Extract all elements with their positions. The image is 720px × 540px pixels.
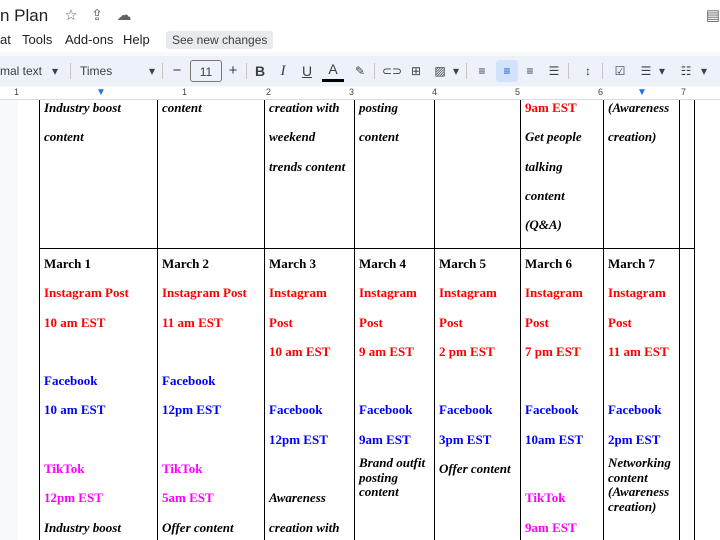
document-page[interactable]: Industry boost content content creation w… xyxy=(18,100,720,540)
star-icon[interactable]: ☆ xyxy=(62,7,80,25)
table-cell[interactable]: March 2 Instagram Post 11 am EST Faceboo… xyxy=(157,248,265,540)
table-row: March 1 Instagram Post 10 am EST Faceboo… xyxy=(39,248,695,540)
chevron-down-icon[interactable]: ▾ xyxy=(146,60,158,82)
ruler-number: 7 xyxy=(681,87,687,97)
toolbar-divider xyxy=(602,63,603,79)
title-bar: n Plan ☆ ⇪ ☁ ▤ xyxy=(0,0,720,32)
menu-tools[interactable]: Tools xyxy=(22,32,52,47)
ruler-number: 3 xyxy=(349,87,355,97)
add-comment-icon[interactable]: ⊞ xyxy=(406,60,426,82)
font-family-select[interactable]: Times New... xyxy=(80,60,142,100)
ruler-number: 1 xyxy=(14,87,20,97)
justify-icon[interactable]: ☰ xyxy=(544,60,564,82)
document-title[interactable]: n Plan xyxy=(0,6,48,26)
table-cell[interactable]: March 7 Instagram Post 11 am EST Faceboo… xyxy=(603,248,680,540)
table-cell[interactable] xyxy=(679,100,695,249)
table-cell[interactable]: March 4 Instagram Post 9 am EST Facebook… xyxy=(354,248,435,540)
bold-button[interactable]: B xyxy=(250,60,270,82)
table-cell[interactable]: content xyxy=(157,100,265,249)
table-cell[interactable] xyxy=(679,248,695,540)
ruler-number: 1 xyxy=(182,87,188,97)
table-cell[interactable]: posting content xyxy=(354,100,435,249)
table-cell[interactable]: March 3 Instagram Post 10 am EST Faceboo… xyxy=(264,248,355,540)
toolbar-divider xyxy=(162,63,163,79)
menu-bar: at Tools Add-ons Help See new changes xyxy=(0,30,720,52)
menu-format[interactable]: at xyxy=(0,32,11,47)
toolbar-divider xyxy=(466,63,467,79)
ruler-number: 6 xyxy=(598,87,604,97)
chevron-down-icon[interactable]: ▾ xyxy=(656,60,668,82)
cloud-status-icon[interactable]: ☁ xyxy=(115,7,133,25)
ruler[interactable]: 1 ▼ 1 2 3 4 5 6 7 ▼ xyxy=(0,87,720,100)
menu-help[interactable]: Help xyxy=(123,32,150,47)
toolbar-divider xyxy=(70,63,71,79)
indent-marker-icon[interactable]: ▼ xyxy=(96,87,106,98)
menu-addons[interactable]: Add-ons xyxy=(65,32,113,47)
chevron-down-icon[interactable]: ▾ xyxy=(450,60,462,82)
table-cell[interactable]: March 5 Instagram Post 2 pm EST Facebook… xyxy=(434,248,521,540)
ruler-number: 5 xyxy=(515,87,521,97)
chevron-down-icon[interactable]: ▾ xyxy=(49,60,61,82)
table-cell[interactable]: (Awareness creation) xyxy=(603,100,680,249)
ruler-number: 2 xyxy=(266,87,272,97)
table-cell[interactable]: 9am EST Get people talking content (Q&A) xyxy=(520,100,604,249)
table-cell[interactable]: March 1 Instagram Post 10 am EST Faceboo… xyxy=(39,248,158,540)
move-to-folder-icon[interactable]: ⇪ xyxy=(88,7,106,25)
ruler-number: 4 xyxy=(432,87,438,97)
table-row: Industry boost content content creation w… xyxy=(39,100,695,249)
font-size-input[interactable]: 11 xyxy=(190,60,222,82)
numbered-list-icon[interactable]: ☷ xyxy=(676,60,696,82)
table-cell[interactable]: creation with weekend trends content xyxy=(264,100,355,249)
text-color-button[interactable]: A xyxy=(322,60,344,82)
italic-button[interactable]: I xyxy=(273,60,293,82)
align-left-icon[interactable]: ≡ xyxy=(472,60,492,82)
toolbar-divider xyxy=(374,63,375,79)
underline-button[interactable]: U xyxy=(297,60,317,82)
paragraph-style-select[interactable]: mal text xyxy=(0,60,45,82)
toolbar-divider xyxy=(568,63,569,79)
align-center-icon[interactable]: ≡ xyxy=(496,60,518,82)
chevron-down-icon[interactable]: ▾ xyxy=(698,60,710,82)
align-right-icon[interactable]: ≡ xyxy=(520,60,540,82)
comments-icon[interactable]: ▤ xyxy=(704,7,720,25)
checklist-icon[interactable]: ☑ xyxy=(610,60,630,82)
table-cell[interactable]: March 6 Instagram Post 7 pm EST Facebook… xyxy=(520,248,604,540)
increase-font-size-button[interactable]: + xyxy=(223,60,243,82)
bulleted-list-icon[interactable]: ☰ xyxy=(636,60,656,82)
decrease-font-size-button[interactable]: − xyxy=(167,60,187,82)
toolbar-divider xyxy=(246,63,247,79)
highlight-icon[interactable]: ✎ xyxy=(350,60,370,82)
link-icon[interactable]: ⊂⊃ xyxy=(382,60,402,82)
content-calendar-table: Industry boost content content creation w… xyxy=(39,100,695,540)
right-indent-marker-icon[interactable]: ▼ xyxy=(637,87,647,98)
insert-image-icon[interactable]: ▨ xyxy=(430,60,450,82)
see-new-changes-button[interactable]: See new changes xyxy=(166,31,274,49)
line-spacing-icon[interactable]: ↕ xyxy=(578,60,598,82)
toolbar: mal text ▾ Times New... ▾ − 11 + B I U A… xyxy=(0,56,720,100)
table-cell[interactable] xyxy=(434,100,521,249)
table-cell[interactable]: Industry boost content xyxy=(39,100,158,249)
